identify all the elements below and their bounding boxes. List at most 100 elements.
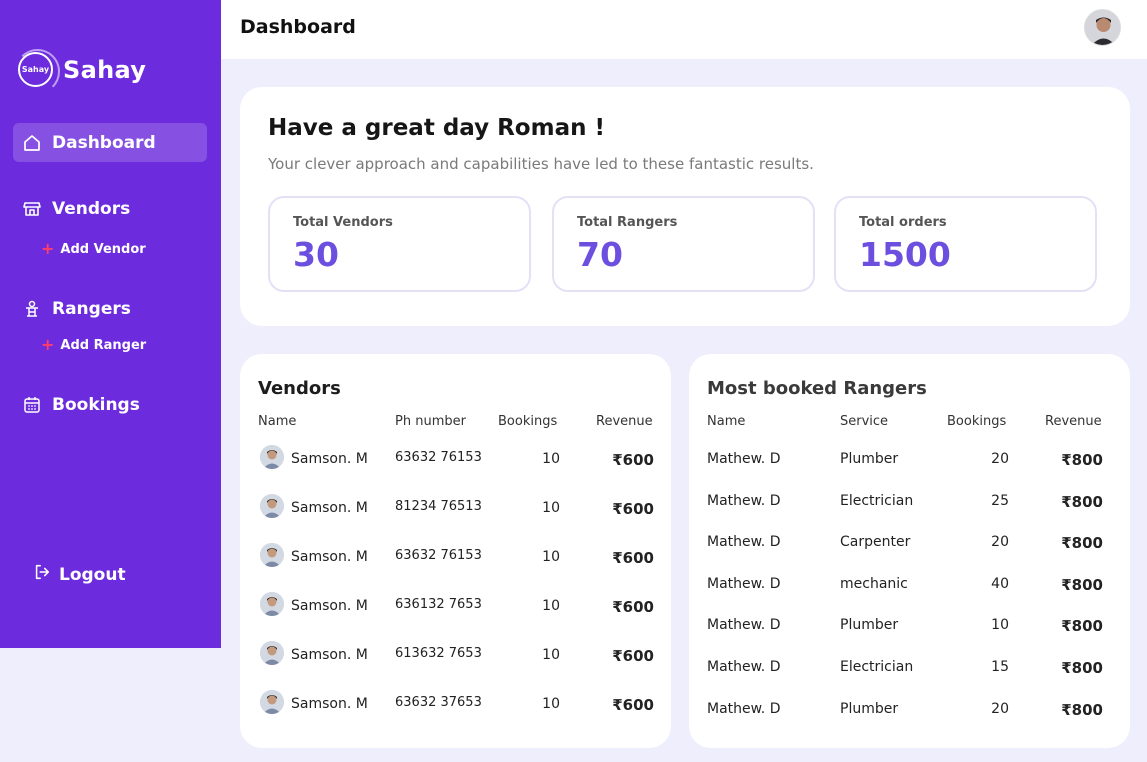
vendor-revenue: ₹600 [612,451,654,469]
vendor-name: Samson. M [291,696,368,712]
ranger-name: Mathew. D [707,659,781,675]
sidebar-item-bookings[interactable]: Bookings [13,385,207,424]
ranger-bookings: 25 [991,492,1009,509]
logout-button[interactable]: Logout [33,563,126,586]
ranger-service: Plumber [840,451,899,467]
avatar-icon [260,641,284,665]
table-row[interactable]: Samson. M 81234 76513 10 ₹600 [240,494,671,524]
vendor-name: Samson. M [291,500,368,516]
table-row[interactable]: Samson. M 63632 76153 10 ₹600 [240,445,671,475]
column-header: Bookings [498,414,558,429]
vendor-bookings: 10 [542,647,560,663]
ranger-revenue: ₹800 [1061,617,1103,636]
page-title: Dashboard [240,16,356,38]
column-header: Name [707,414,746,429]
column-header: Bookings [947,414,1007,429]
sidebar-item-rangers[interactable]: Rangers [13,289,207,328]
ranger-revenue: ₹800 [1061,700,1103,719]
table-row[interactable]: Mathew. D Plumber 20 ₹800 [689,445,1130,475]
vendor-phone: 63632 76153 [395,548,482,563]
ranger-revenue: ₹800 [1061,575,1103,594]
sidebar-item-label: Rangers [52,298,131,319]
table-row[interactable]: Mathew. D Electrician 15 ₹800 [689,653,1130,683]
vendor-revenue: ₹600 [612,696,654,714]
table-row[interactable]: Mathew. D Plumber 10 ₹800 [689,611,1130,641]
table-row[interactable]: Mathew. D Carpenter 20 ₹800 [689,528,1130,558]
sidebar-item-label: Dashboard [52,132,156,153]
table-row[interactable]: Mathew. D Plumber 20 ₹800 [689,695,1130,725]
vendor-name: Samson. M [291,451,368,467]
user-avatar-icon[interactable] [1084,9,1121,46]
ranger-service: Carpenter [840,534,911,551]
sidebar-item-vendors[interactable]: Vendors [13,189,207,228]
brand-name: Sahay [63,55,147,84]
logout-label: Logout [59,564,126,585]
table-row[interactable]: Samson. M 63632 76153 10 ₹600 [240,543,671,573]
vendor-phone: 613632 7653 [395,646,482,661]
vendor-phone: 63632 76153 [395,450,482,465]
sidebar-item-label: Vendors [52,198,131,219]
ranger-bookings: 20 [991,534,1009,551]
ranger-name: Mathew. D [707,534,781,551]
vendor-revenue: ₹600 [612,500,654,518]
sidebar: Sahay Sahay Dashboard Vendors + Add Vend… [0,0,221,648]
stat-label: Total orders [859,215,947,230]
vendor-phone: 81234 76513 [395,499,482,514]
vendors-title: Vendors [258,378,341,399]
table-row[interactable]: Samson. M 63632 37653 10 ₹600 [240,690,671,720]
vendor-bookings: 10 [542,696,560,712]
ranger-revenue: ₹800 [1061,534,1103,553]
vendor-bookings: 10 [542,549,560,565]
stat-value: 30 [293,235,339,274]
sidebar-item-label: Add Vendor [60,241,146,257]
app-root: Sahay Sahay Dashboard Vendors + Add Vend… [0,0,1147,762]
vendor-bookings: 10 [542,451,560,467]
top-header: Dashboard [221,0,1147,59]
ranger-service: mechanic [840,575,908,592]
vendor-revenue: ₹600 [612,647,654,665]
ranger-name: Mathew. D [707,617,781,634]
stat-card-vendors: Total Vendors 30 [268,196,531,292]
logout-icon [33,563,51,586]
sidebar-item-add-vendor[interactable]: + Add Vendor [41,241,146,257]
vendor-revenue: ₹600 [612,549,654,567]
avatar-icon [260,494,284,518]
vendor-name: Samson. M [291,549,368,565]
stat-value: 1500 [859,235,951,274]
store-icon [22,199,42,219]
stat-label: Total Vendors [293,215,393,230]
rangers-card: Most booked Rangers Name Service Booking… [689,354,1130,748]
column-header: Ph number [395,414,466,429]
ranger-bookings: 15 [991,659,1009,675]
ranger-name: Mathew. D [707,575,781,592]
sidebar-item-add-ranger[interactable]: + Add Ranger [41,337,146,353]
column-header: Revenue [1045,414,1102,429]
ranger-revenue: ₹800 [1061,659,1103,677]
table-row[interactable]: Mathew. D Electrician 25 ₹800 [689,487,1130,517]
sidebar-item-label: Bookings [52,394,140,415]
brand[interactable]: Sahay Sahay [15,49,147,94]
vendor-revenue: ₹600 [612,598,654,616]
ranger-service: Electrician [840,659,914,675]
calendar-icon [22,395,42,415]
stat-card-rangers: Total Rangers 70 [552,196,815,292]
ranger-bookings: 20 [991,700,1009,717]
ranger-service: Plumber [840,700,899,717]
ranger-bookings: 40 [991,575,1009,592]
column-header: Name [258,414,297,429]
ranger-revenue: ₹800 [1061,451,1103,469]
table-row[interactable]: Samson. M 636132 7653 10 ₹600 [240,592,671,622]
avatar-icon [260,543,284,567]
avatar-icon [260,445,284,469]
brand-logo-text: Sahay [21,65,50,74]
welcome-subtitle: Your clever approach and capabilities ha… [268,155,814,173]
home-icon [22,133,42,153]
column-header: Revenue [596,414,653,429]
vendor-phone: 636132 7653 [395,597,482,612]
sidebar-item-dashboard[interactable]: Dashboard [13,123,207,162]
vendors-card: Vendors Name Ph number Bookings Revenue … [240,354,671,748]
sidebar-item-label: Add Ranger [60,337,147,353]
column-header: Service [840,414,889,429]
table-row[interactable]: Samson. M 613632 7653 10 ₹600 [240,641,671,671]
table-row[interactable]: Mathew. D mechanic 40 ₹800 [689,570,1130,600]
